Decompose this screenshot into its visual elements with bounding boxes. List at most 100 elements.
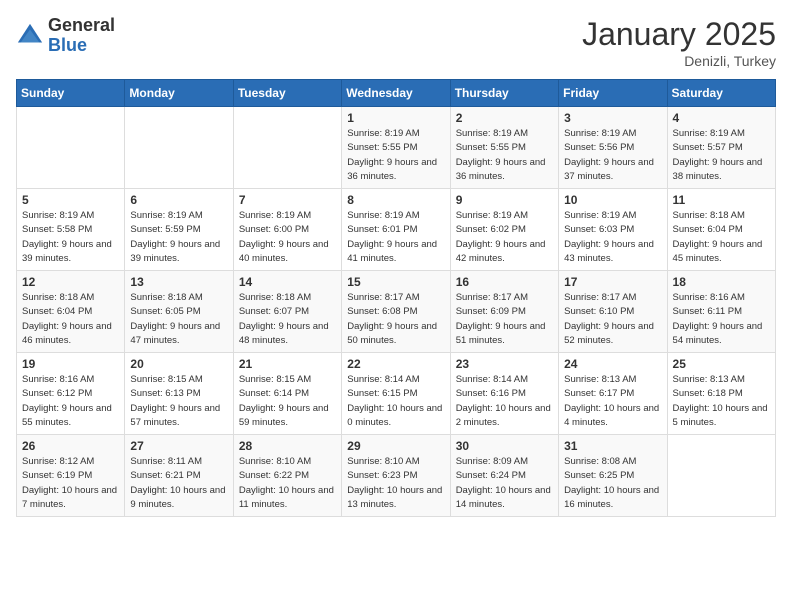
sunset-text: Sunset: 6:17 PM [564, 388, 634, 399]
daylight-text: Daylight: 10 hours and 13 minutes. [347, 485, 442, 510]
calendar-cell: 14 Sunrise: 8:18 AM Sunset: 6:07 PM Dayl… [233, 271, 341, 353]
sunrise-text: Sunrise: 8:11 AM [130, 456, 202, 467]
calendar-header-row: SundayMondayTuesdayWednesdayThursdayFrid… [17, 80, 776, 107]
calendar-cell [125, 107, 233, 189]
daylight-text: Daylight: 10 hours and 16 minutes. [564, 485, 659, 510]
daylight-text: Daylight: 9 hours and 37 minutes. [564, 157, 654, 182]
daylight-text: Daylight: 10 hours and 9 minutes. [130, 485, 225, 510]
day-number: 24 [564, 357, 661, 371]
day-number: 2 [456, 111, 553, 125]
sunrise-text: Sunrise: 8:15 AM [239, 374, 311, 385]
calendar-cell: 16 Sunrise: 8:17 AM Sunset: 6:09 PM Dayl… [450, 271, 558, 353]
calendar-week-row: 5 Sunrise: 8:19 AM Sunset: 5:58 PM Dayli… [17, 189, 776, 271]
daylight-text: Daylight: 9 hours and 39 minutes. [22, 239, 112, 264]
sunset-text: Sunset: 6:04 PM [673, 224, 743, 235]
day-number: 30 [456, 439, 553, 453]
sunrise-text: Sunrise: 8:19 AM [456, 128, 528, 139]
location: Denizli, Turkey [582, 53, 776, 69]
day-info: Sunrise: 8:13 AM Sunset: 6:18 PM Dayligh… [673, 373, 770, 430]
daylight-text: Daylight: 10 hours and 0 minutes. [347, 403, 442, 428]
daylight-text: Daylight: 9 hours and 57 minutes. [130, 403, 220, 428]
sunset-text: Sunset: 6:08 PM [347, 306, 417, 317]
day-info: Sunrise: 8:19 AM Sunset: 5:57 PM Dayligh… [673, 127, 770, 184]
calendar-cell: 5 Sunrise: 8:19 AM Sunset: 5:58 PM Dayli… [17, 189, 125, 271]
sunrise-text: Sunrise: 8:15 AM [130, 374, 202, 385]
sunset-text: Sunset: 6:02 PM [456, 224, 526, 235]
sunrise-text: Sunrise: 8:10 AM [239, 456, 311, 467]
sunrise-text: Sunrise: 8:19 AM [564, 128, 636, 139]
sunset-text: Sunset: 6:01 PM [347, 224, 417, 235]
logo-blue-text: Blue [48, 36, 115, 56]
calendar-cell: 13 Sunrise: 8:18 AM Sunset: 6:05 PM Dayl… [125, 271, 233, 353]
day-info: Sunrise: 8:08 AM Sunset: 6:25 PM Dayligh… [564, 455, 661, 512]
sunrise-text: Sunrise: 8:13 AM [564, 374, 636, 385]
sunset-text: Sunset: 6:14 PM [239, 388, 309, 399]
daylight-text: Daylight: 9 hours and 47 minutes. [130, 321, 220, 346]
sunset-text: Sunset: 5:57 PM [673, 142, 743, 153]
sunrise-text: Sunrise: 8:19 AM [564, 210, 636, 221]
day-number: 5 [22, 193, 119, 207]
calendar-cell: 1 Sunrise: 8:19 AM Sunset: 5:55 PM Dayli… [342, 107, 450, 189]
calendar-cell: 12 Sunrise: 8:18 AM Sunset: 6:04 PM Dayl… [17, 271, 125, 353]
day-info: Sunrise: 8:19 AM Sunset: 6:03 PM Dayligh… [564, 209, 661, 266]
logo-icon [16, 22, 44, 50]
daylight-text: Daylight: 9 hours and 36 minutes. [456, 157, 546, 182]
day-number: 11 [673, 193, 770, 207]
calendar-cell: 28 Sunrise: 8:10 AM Sunset: 6:22 PM Dayl… [233, 435, 341, 517]
sunrise-text: Sunrise: 8:13 AM [673, 374, 745, 385]
day-number: 22 [347, 357, 444, 371]
calendar-cell: 6 Sunrise: 8:19 AM Sunset: 5:59 PM Dayli… [125, 189, 233, 271]
day-of-week-header: Friday [559, 80, 667, 107]
sunset-text: Sunset: 6:21 PM [130, 470, 200, 481]
logo: General Blue [16, 16, 115, 56]
daylight-text: Daylight: 9 hours and 52 minutes. [564, 321, 654, 346]
title-block: January 2025 Denizli, Turkey [582, 16, 776, 69]
sunrise-text: Sunrise: 8:18 AM [239, 292, 311, 303]
daylight-text: Daylight: 9 hours and 46 minutes. [22, 321, 112, 346]
day-info: Sunrise: 8:18 AM Sunset: 6:04 PM Dayligh… [673, 209, 770, 266]
day-info: Sunrise: 8:19 AM Sunset: 5:56 PM Dayligh… [564, 127, 661, 184]
calendar-cell: 15 Sunrise: 8:17 AM Sunset: 6:08 PM Dayl… [342, 271, 450, 353]
day-of-week-header: Wednesday [342, 80, 450, 107]
day-number: 28 [239, 439, 336, 453]
daylight-text: Daylight: 9 hours and 55 minutes. [22, 403, 112, 428]
calendar-cell: 18 Sunrise: 8:16 AM Sunset: 6:11 PM Dayl… [667, 271, 775, 353]
sunset-text: Sunset: 6:23 PM [347, 470, 417, 481]
daylight-text: Daylight: 9 hours and 42 minutes. [456, 239, 546, 264]
daylight-text: Daylight: 9 hours and 40 minutes. [239, 239, 329, 264]
day-number: 1 [347, 111, 444, 125]
day-info: Sunrise: 8:19 AM Sunset: 5:59 PM Dayligh… [130, 209, 227, 266]
day-number: 20 [130, 357, 227, 371]
calendar-cell: 10 Sunrise: 8:19 AM Sunset: 6:03 PM Dayl… [559, 189, 667, 271]
sunset-text: Sunset: 6:09 PM [456, 306, 526, 317]
day-number: 21 [239, 357, 336, 371]
day-info: Sunrise: 8:14 AM Sunset: 6:15 PM Dayligh… [347, 373, 444, 430]
sunset-text: Sunset: 6:04 PM [22, 306, 92, 317]
sunrise-text: Sunrise: 8:19 AM [239, 210, 311, 221]
calendar-week-row: 12 Sunrise: 8:18 AM Sunset: 6:04 PM Dayl… [17, 271, 776, 353]
sunrise-text: Sunrise: 8:14 AM [347, 374, 419, 385]
calendar-cell: 17 Sunrise: 8:17 AM Sunset: 6:10 PM Dayl… [559, 271, 667, 353]
sunrise-text: Sunrise: 8:10 AM [347, 456, 419, 467]
sunset-text: Sunset: 6:15 PM [347, 388, 417, 399]
page-header: General Blue January 2025 Denizli, Turke… [16, 16, 776, 69]
sunset-text: Sunset: 6:13 PM [130, 388, 200, 399]
calendar-cell [17, 107, 125, 189]
day-number: 4 [673, 111, 770, 125]
sunrise-text: Sunrise: 8:16 AM [22, 374, 94, 385]
sunrise-text: Sunrise: 8:09 AM [456, 456, 528, 467]
day-info: Sunrise: 8:19 AM Sunset: 6:00 PM Dayligh… [239, 209, 336, 266]
sunrise-text: Sunrise: 8:19 AM [347, 128, 419, 139]
calendar-cell: 23 Sunrise: 8:14 AM Sunset: 6:16 PM Dayl… [450, 353, 558, 435]
daylight-text: Daylight: 9 hours and 45 minutes. [673, 239, 763, 264]
daylight-text: Daylight: 10 hours and 11 minutes. [239, 485, 334, 510]
day-number: 29 [347, 439, 444, 453]
day-info: Sunrise: 8:18 AM Sunset: 6:05 PM Dayligh… [130, 291, 227, 348]
day-of-week-header: Sunday [17, 80, 125, 107]
day-number: 17 [564, 275, 661, 289]
day-info: Sunrise: 8:19 AM Sunset: 5:58 PM Dayligh… [22, 209, 119, 266]
sunset-text: Sunset: 6:12 PM [22, 388, 92, 399]
sunrise-text: Sunrise: 8:08 AM [564, 456, 636, 467]
day-info: Sunrise: 8:16 AM Sunset: 6:12 PM Dayligh… [22, 373, 119, 430]
sunset-text: Sunset: 5:59 PM [130, 224, 200, 235]
